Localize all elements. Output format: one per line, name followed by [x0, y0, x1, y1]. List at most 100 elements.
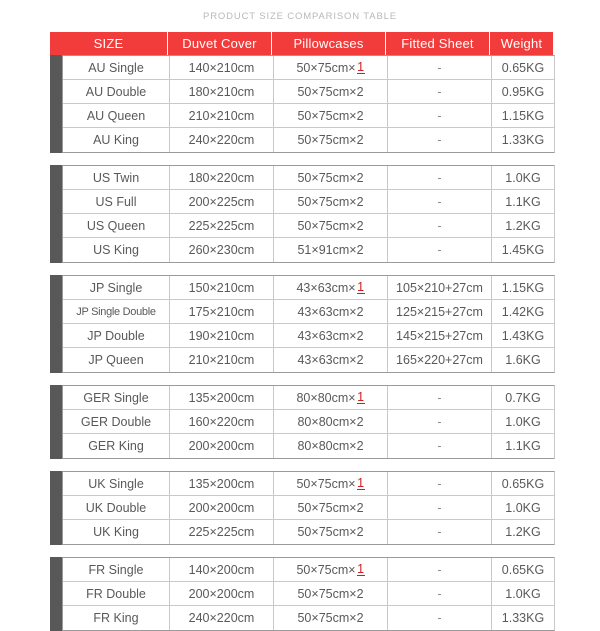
cell-fitted-sheet: - — [388, 104, 492, 127]
pillowcase-dimension: 50×75cm× — [297, 194, 357, 209]
cell-size: UK Single — [63, 472, 170, 495]
cell-weight: 1.15KG — [501, 280, 545, 295]
cell-weight: 1.43KG — [501, 328, 545, 343]
cell-pillowcases: 50×75cm× 1 — [274, 472, 388, 495]
column-header-duvet-cover: Duvet Cover — [168, 32, 272, 55]
cell-size: AU Single — [63, 56, 170, 79]
cell-pillowcases: 50×75cm× 1 — [274, 558, 388, 581]
cell-weight: 1.1KG — [505, 194, 541, 209]
cell-fitted-sheet: - — [388, 582, 492, 605]
size-comparison-table: SIZE Duvet Cover Pillowcases Fitted Shee… — [50, 32, 555, 631]
cell-fitted-sheet: - — [388, 128, 492, 152]
cell-duvet-cover: 140×200cm — [170, 558, 274, 581]
column-header-pillowcases: Pillowcases — [272, 32, 386, 55]
column-header-fitted-sheet: Fitted Sheet — [386, 32, 490, 55]
cell-duvet-cover: 225×225cm — [170, 520, 274, 544]
cell-duvet-cover: 200×225cm — [170, 190, 274, 213]
cell-pillowcases: 50×75cm× 2 — [274, 496, 388, 519]
cell-fitted-sheet: - — [388, 80, 492, 103]
table-row: UK King 225×225cm 50×75cm× 2-1.2KG — [63, 520, 554, 544]
cell-weight: 1.33KG — [501, 611, 545, 625]
pillowcase-quantity: 2 — [356, 586, 364, 601]
cell-weight: 1.0KG — [505, 586, 541, 601]
table-row: US King 260×230cm 51×91cm× 2-1.45KG — [63, 238, 554, 262]
cell-weight: 0.65KG — [501, 562, 545, 577]
cell-pillowcases: 80×80cm× 1 — [274, 386, 388, 409]
table-row: JP Single Double 175×210cm 43×63cm× 2 125×21… — [63, 300, 554, 324]
cell-weight: 1.0KG — [505, 170, 541, 185]
table-row: FR Double 200×200cm 50×75cm× 2-1.0KG — [63, 582, 554, 606]
cell-duvet-cover: 210×210cm — [170, 348, 274, 372]
cell-weight: 1.42KG — [501, 304, 545, 319]
size-group-jp: JP Single 150×210cm 43×63cm× 1 105×210+27cm 1… — [50, 275, 555, 373]
cell-pillowcases: 43×63cm× 1 — [274, 276, 388, 299]
pillowcase-dimension: 50×75cm× — [297, 218, 357, 233]
cell-weight: 1.6KG — [505, 353, 541, 367]
cell-fitted-sheet: - — [388, 386, 492, 409]
group-marker-tab — [50, 55, 62, 153]
cell-duvet-cover: 190×210cm — [170, 324, 274, 347]
cell-duvet-cover: 180×210cm — [170, 80, 274, 103]
cell-weight: 0.65KG — [501, 60, 545, 75]
cell-size: US Twin — [63, 166, 170, 189]
cell-duvet-cover: 225×225cm — [170, 214, 274, 237]
table-row: JP Double 190×210cm 43×63cm× 2 145×215+27cm 1… — [63, 324, 554, 348]
cell-duvet-cover: 140×210cm — [170, 56, 274, 79]
cell-fitted-sheet: - — [388, 472, 492, 495]
cell-size: JP Double — [63, 324, 170, 347]
table-row: GER Single 135×200cm 80×80cm× 1-0.7KG — [63, 386, 554, 410]
table-row: AU Double 180×210cm 50×75cm× 2-0.95KG — [63, 80, 554, 104]
pillowcase-dimension: 80×80cm× — [297, 439, 357, 453]
cell-pillowcases: 43×63cm× 2 — [274, 348, 388, 372]
pillowcase-dimension: 50×75cm× — [296, 562, 356, 577]
cell-fitted-sheet: 145×215+27cm — [388, 324, 492, 347]
cell-size: JP Single — [63, 276, 170, 299]
cell-weight: 1.2KG — [505, 218, 541, 233]
pillowcase-dimension: 50×75cm× — [296, 60, 356, 75]
pillowcase-dimension: 50×75cm× — [297, 586, 357, 601]
size-group-au: AU Single 140×210cm 50×75cm× 1-0.65KG AU Dou… — [50, 55, 555, 153]
pillowcase-dimension: 50×75cm× — [297, 133, 357, 147]
size-group-uk: UK Single 135×200cm 50×75cm× 1-0.65KG UK Dou… — [50, 471, 555, 545]
table-row: GER King 200×200cm 80×80cm× 2-1.1KG — [63, 434, 554, 458]
cell-pillowcases: 50×75cm× 2 — [274, 214, 388, 237]
cell-size: GER Double — [63, 410, 170, 433]
pillowcase-quantity: 2 — [356, 439, 364, 453]
pillowcase-dimension: 50×75cm× — [297, 611, 357, 625]
pillowcase-dimension: 50×75cm× — [297, 500, 357, 515]
cell-size: AU Queen — [63, 104, 170, 127]
cell-duvet-cover: 200×200cm — [170, 434, 274, 458]
pillowcase-dimension: 43×63cm× — [297, 353, 357, 367]
table-row: FR King 240×220cm 50×75cm× 2-1.33KG — [63, 606, 554, 630]
column-header-size: SIZE — [50, 32, 168, 55]
table-row: US Twin 180×220cm 50×75cm× 2-1.0KG — [63, 166, 554, 190]
group-rows: JP Single 150×210cm 43×63cm× 1 105×210+27cm 1… — [62, 275, 555, 373]
cell-fitted-sheet: - — [388, 520, 492, 544]
table-row: GER Double 160×220cm 80×80cm× 2-1.0KG — [63, 410, 554, 434]
cell-duvet-cover: 180×220cm — [170, 166, 274, 189]
cell-size: UK King — [63, 520, 170, 544]
table-groups-container: AU Single 140×210cm 50×75cm× 1-0.65KG AU Dou… — [50, 55, 555, 631]
cell-size: JP Queen — [63, 348, 170, 372]
cell-fitted-sheet: - — [388, 434, 492, 458]
cell-size: US Queen — [63, 214, 170, 237]
column-header-weight: Weight — [500, 36, 543, 51]
pillowcase-dimension: 43×63cm× — [297, 304, 357, 319]
pillowcase-dimension: 80×80cm× — [296, 390, 356, 405]
cell-weight: 1.0KG — [505, 414, 541, 429]
pillowcase-quantity: 2 — [356, 611, 364, 625]
pillowcase-quantity: 2 — [356, 414, 364, 429]
table-row: JP Single 150×210cm 43×63cm× 1 105×210+27cm 1… — [63, 276, 554, 300]
table-row: US Queen 225×225cm 50×75cm× 2-1.2KG — [63, 214, 554, 238]
cell-duvet-cover: 175×210cm — [170, 300, 274, 323]
pillowcase-quantity: 2 — [356, 328, 364, 343]
pillowcase-quantity: 2 — [356, 194, 364, 209]
cell-pillowcases: 50×75cm× 2 — [274, 606, 388, 630]
pillowcase-dimension: 51×91cm× — [297, 243, 357, 257]
cell-fitted-sheet: - — [388, 190, 492, 213]
cell-pillowcases: 50×75cm× 1 — [274, 56, 388, 79]
cell-fitted-sheet: - — [388, 214, 492, 237]
group-rows: GER Single 135×200cm 80×80cm× 1-0.7KG GER Do… — [62, 385, 555, 459]
table-row: US Full 200×225cm 50×75cm× 2-1.1KG — [63, 190, 554, 214]
cell-weight: 1.2KG — [505, 525, 541, 539]
